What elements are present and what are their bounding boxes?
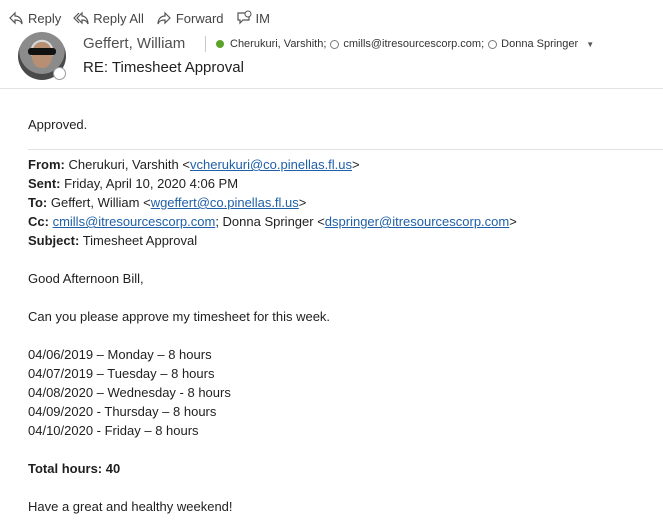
header-divider (0, 88, 663, 89)
to-end: > (298, 195, 307, 210)
recipient-divider (205, 36, 206, 52)
quoted-to: To: Geffert, William <wgeffert@co.pinell… (28, 193, 517, 212)
sent-value: Friday, April 10, 2020 4:06 PM (64, 176, 239, 191)
cc-email-link[interactable]: cmills@itresourcescorp.com (53, 214, 216, 229)
avatar-glasses (28, 48, 56, 55)
to-email-link[interactable]: wgeffert@co.pinellas.fl.us (151, 195, 299, 210)
sender-name[interactable]: Geffert, William (83, 35, 185, 52)
from-end: > (352, 157, 360, 172)
recipient[interactable]: Cherukuri, Varshith; (230, 38, 326, 50)
quoted-header: From: Cherukuri, Varshith <vcherukuri@co… (28, 155, 517, 250)
reply-button[interactable]: Reply (8, 10, 61, 26)
forward-label: Forward (175, 10, 224, 26)
timesheet-line: 04/07/2019 – Tuesday – 8 hours (28, 366, 215, 381)
avatar-face (32, 42, 52, 68)
timesheet-line: 04/10/2020 - Friday – 8 hours (28, 423, 199, 438)
subject-value: Timesheet Approval (82, 233, 198, 248)
presence-indicator-icon (53, 67, 66, 80)
from-name: Cherukuri, Varshith < (68, 157, 190, 172)
quoted-cc: Cc: cmills@itresourcescorp.com; Donna Sp… (28, 212, 517, 231)
timesheet-line: 04/09/2020 - Thursday – 8 hours (28, 404, 217, 419)
reply-all-label: Reply All (93, 10, 144, 26)
to-name: Geffert, William < (50, 195, 151, 210)
sent-label: Sent: (28, 176, 61, 191)
from-email-link[interactable]: vcherukuri@co.pinellas.fl.us (190, 157, 352, 172)
quote-divider (28, 149, 663, 150)
im-button[interactable]: IM (236, 10, 270, 26)
recipient-list: Cherukuri, Varshith; cmills@itresourcesc… (205, 36, 594, 52)
closing: Have a great and healthy weekend! (28, 499, 233, 514)
total-hours: Total hours: 40 (28, 461, 121, 476)
presence-online-icon (216, 40, 224, 48)
reply-label: Reply (28, 10, 62, 26)
recipient[interactable]: cmills@itresourcescorp.com; (343, 38, 484, 50)
cc-end: > (509, 214, 517, 229)
timesheet-line: 04/08/2020 – Wednesday - 8 hours (28, 385, 231, 400)
request-text: Can you please approve my timesheet for … (28, 309, 331, 324)
greeting: Good Afternoon Bill, (28, 271, 144, 286)
quoted-sent: Sent: Friday, April 10, 2020 4:06 PM (28, 174, 517, 193)
presence-unknown-icon (488, 39, 498, 49)
reply-all-button[interactable]: Reply All (73, 10, 144, 26)
forward-button[interactable]: Forward (156, 10, 224, 26)
subject-label: Subject: (28, 233, 80, 248)
cc-email-link[interactable]: dspringer@itresourcescorp.com (325, 214, 509, 229)
im-label: IM (255, 10, 270, 26)
expand-recipients-icon[interactable]: ▼ (586, 40, 594, 49)
chat-icon (236, 10, 252, 25)
to-label: To: (28, 195, 48, 210)
reading-pane-toolbar: Reply Reply All Forward IM (8, 8, 270, 28)
recipient[interactable]: Donna Springer (501, 38, 578, 50)
quoted-subject: Subject: Timesheet Approval (28, 231, 517, 250)
quoted-from: From: Cherukuri, Varshith <vcherukuri@co… (28, 155, 517, 174)
timesheet-line: 04/06/2019 – Monday – 8 hours (28, 347, 212, 362)
presence-unknown-icon (330, 39, 340, 49)
reply-all-icon (73, 11, 89, 25)
cc-label: Cc: (28, 214, 49, 229)
forward-icon (157, 11, 171, 25)
cc-mid: ; Donna Springer < (215, 214, 325, 229)
from-label: From: (28, 157, 65, 172)
reply-text: Approved. (28, 117, 88, 132)
timesheet-lines: 04/06/2019 – Monday – 8 hours 04/07/2019… (28, 345, 231, 440)
reply-icon (9, 11, 23, 25)
message-subject: RE: Timesheet Approval (83, 59, 244, 76)
